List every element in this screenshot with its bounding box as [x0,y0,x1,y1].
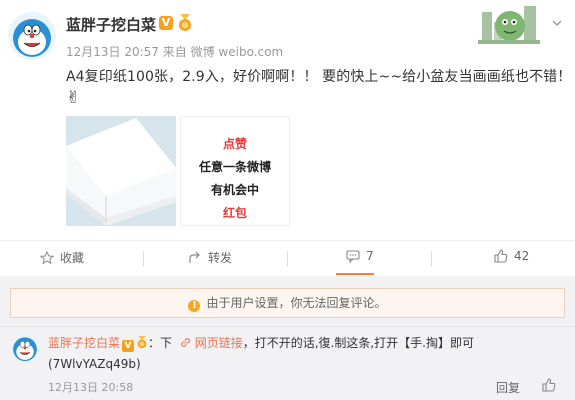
comment-icon [346,250,360,263]
post-image-paper[interactable] [66,116,176,226]
comment-colon: ： [148,336,161,350]
warning-icon: ! [188,300,201,312]
divider [431,251,432,267]
victory-hand-emoji: ✌ [66,88,81,108]
like-button[interactable]: 42 [494,249,529,263]
comment-text-after: ，打不开的话,復.制这条,打开【手.掏】即可 [242,336,474,350]
favorite-button[interactable]: 收藏 [40,249,84,266]
thumbs-up-icon [494,249,508,263]
star-icon [40,250,54,264]
corner-decoration-image [478,0,540,44]
comment-like-button[interactable] [542,377,556,396]
forward-icon [189,251,200,263]
commenter-avatar[interactable] [10,333,40,363]
chevron-down-icon[interactable] [551,14,563,26]
comment-count: 7 [366,249,374,263]
author-avatar[interactable] [8,12,56,60]
divider [0,326,575,327]
favorite-label: 收藏 [60,251,85,265]
thumbs-up-icon [542,378,556,392]
comment-button[interactable]: 7 [346,249,374,263]
comment-active-indicator [336,273,374,275]
verified-badge-icon: V [122,340,135,352]
promo-line: 有机会中 [210,183,259,197]
action-bar: 收藏 转发 7 42 [0,240,575,275]
post-content: A4复印纸100张，2.9入，好价啊啊！！ 要的快上~~给小盆友当画画纸也不错！ [66,69,572,85]
like-count: 42 [514,249,530,263]
forward-label: 转发 [208,251,233,265]
medal-icon [177,14,193,32]
link-icon [180,338,190,347]
commenter-name[interactable]: 蓝胖子挖白菜 [48,336,120,350]
post-source[interactable]: 微博 weibo.com [191,45,284,59]
promo-line: 红包 [222,206,247,220]
author-name[interactable]: 蓝胖子挖白菜 [66,14,156,35]
medal-icon [137,336,147,349]
divider [143,251,144,267]
notice-text: 由于用户设置，你无法回复评论。 [206,296,387,310]
web-link[interactable]: 网页链接 [195,336,243,350]
comment-text-line2: (7WlvYAZq49b) [48,357,141,371]
forward-button[interactable]: 转发 [188,249,232,266]
verified-badge-icon: V [159,16,173,30]
promo-line: 任意一条微博 [198,160,271,174]
post-time[interactable]: 12月13日 20:57 [66,45,159,59]
comment-text-before: 下 [160,336,173,350]
post-meta: 12月13日 20:57 来自 微博 weibo.com [66,43,283,60]
comment-time: 12月13日 20:58 [48,381,134,394]
post-image-promo[interactable]: 点赞 任意一条微博 有机会中 红包 [180,116,290,226]
reply-button[interactable]: 回复 [496,379,520,396]
promo-line: 点赞 [222,137,247,151]
divider [287,251,288,267]
source-label: 来自 [162,45,187,59]
comment-text: 蓝胖子挖白菜 V ：下 网页链接，打不开的话,復.制这条,打开【手.掏】即可 [48,334,474,352]
reply-disabled-notice: ! 由于用户设置，你无法回复评论。 [10,288,565,318]
